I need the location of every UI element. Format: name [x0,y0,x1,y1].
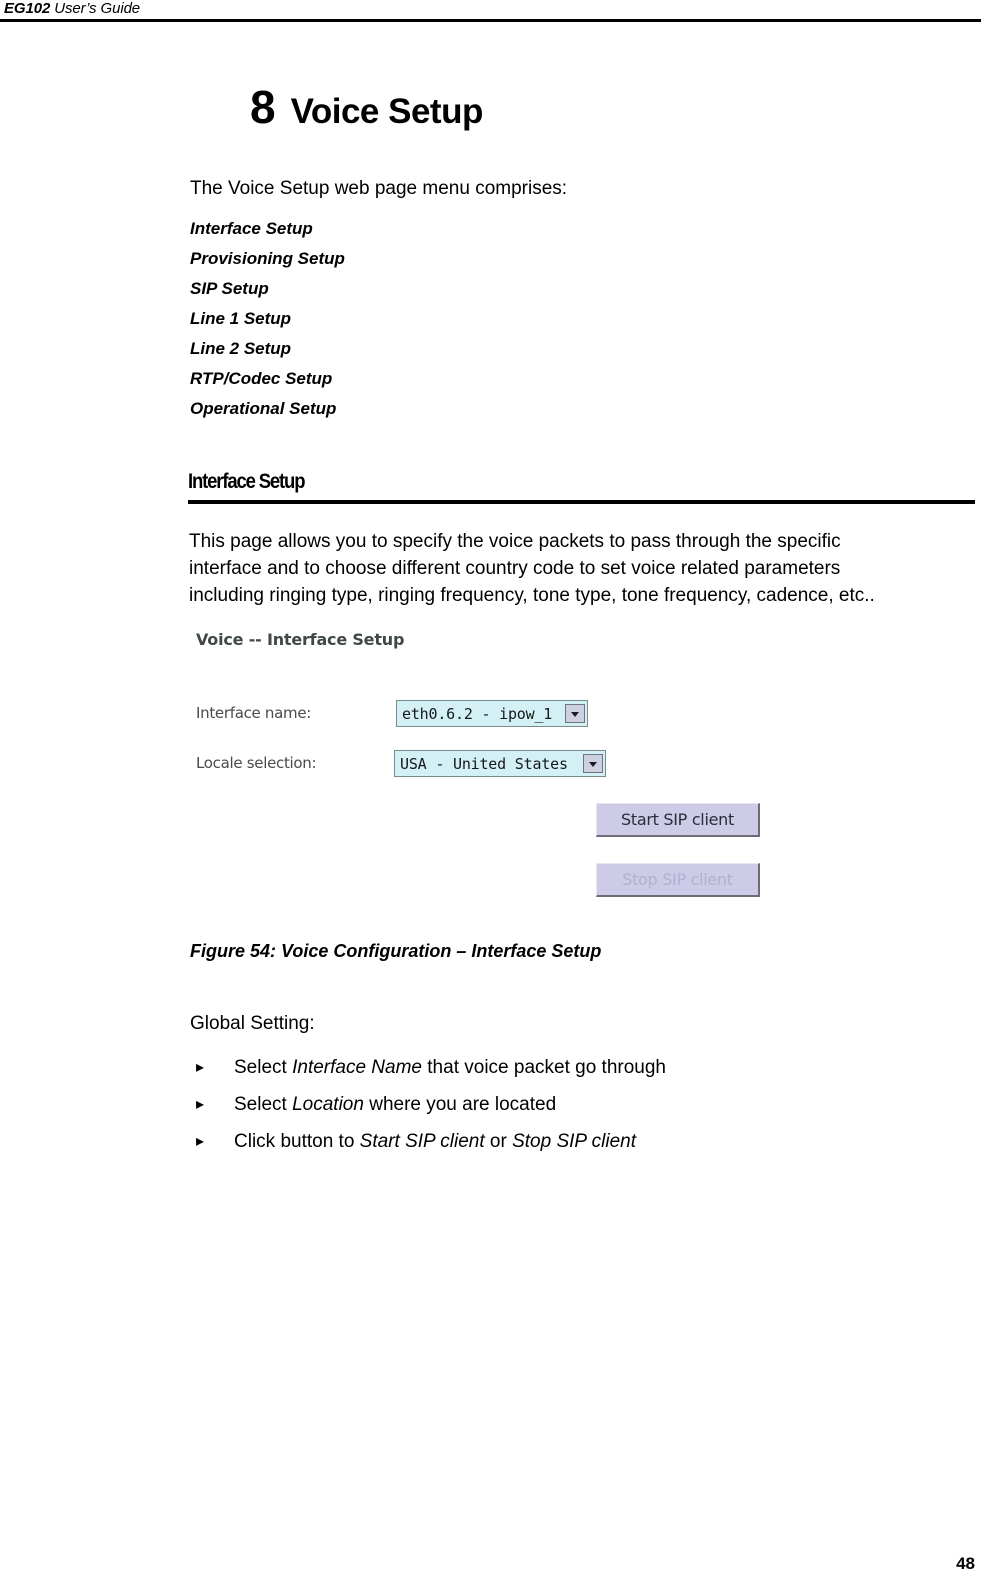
header-guide-label: User’s Guide [50,0,141,17]
menu-item-rtp-codec-setup: RTP/Codec Setup [190,369,333,388]
bullet-item-click-sip-button: ▸ Click button to Start SIP client or Sto… [188,1123,888,1160]
menu-item-sip-setup: SIP Setup [190,279,269,298]
chevron-down-icon[interactable] [565,704,585,723]
bullet-text-emphasis-2: Stop SIP client [512,1131,637,1152]
interface-name-value: eth0.6.2 - ipow_1 [402,704,553,723]
bullet-item-select-interface-name: ▸ Select Interface Name that voice packet… [188,1049,888,1086]
locale-selection-label: Locale selection: [196,754,317,772]
bullet-text-prefix: Click button to [234,1131,360,1152]
bullet-item-select-location: ▸ Select Location where you are located [188,1086,888,1123]
start-sip-client-button[interactable]: Start SIP client [596,803,760,837]
menu-item-provisioning-setup: Provisioning Setup [190,249,345,268]
body-paragraph-line-3: including ringing type, ringing frequenc… [189,585,875,606]
chapter-title: 8 Voice Setup [250,80,483,134]
bullet-text-prefix: Select [234,1057,293,1078]
chapter-number: 8 [250,81,276,133]
voice-setup-menu-list: Interface Setup Provisioning Setup SIP S… [190,214,590,424]
figure-caption: Figure 54: Voice Configuration – Interfa… [190,941,602,961]
locale-selection-value: USA - United States [400,754,568,773]
bullet-text-middle: or [484,1131,513,1152]
intro-paragraph: The Voice Setup web page menu comprises: [190,178,568,199]
global-setting-heading: Global Setting: [190,1013,315,1034]
bullet-text-emphasis: Start SIP client [359,1131,485,1152]
section-body-paragraph: This page allows you to specify the voic… [189,528,975,609]
global-setting-bullet-list: ▸ Select Interface Name that voice packet… [188,1049,888,1160]
section-heading: Interface Setup [188,470,975,494]
voice-interface-setup-screenshot: Voice -- Interface Setup Interface name:… [190,622,790,912]
section-divider [188,500,975,504]
body-paragraph-line-2: interface and to choose different countr… [189,558,841,579]
menu-item-line-2-setup: Line 2 Setup [190,339,292,358]
header-title: EG102 User’s Guide [4,0,140,17]
menu-item-interface-setup: Interface Setup [190,219,313,238]
section-heading-label: Interface Setup [188,470,305,493]
bullet-text-middle: where you are located [363,1094,557,1115]
header-divider [0,19,981,22]
triangle-bullet-icon: ▸ [196,1059,205,1076]
locale-selection-select[interactable]: USA - United States [394,750,606,777]
interface-name-select[interactable]: eth0.6.2 - ipow_1 [396,700,588,727]
menu-item-line-1-setup: Line 1 Setup [190,309,292,328]
bullet-text-prefix: Select [234,1094,293,1115]
interface-name-label: Interface name: [196,704,312,722]
header-model: EG102 [4,0,51,17]
screenshot-title: Voice -- Interface Setup [196,630,405,649]
body-paragraph-line-1: This page allows you to specify the voic… [189,531,841,552]
bullet-text-emphasis: Location [292,1094,364,1115]
page-number: 48 [956,1554,975,1573]
triangle-bullet-icon: ▸ [196,1133,205,1150]
bullet-text-emphasis: Interface Name [292,1057,422,1078]
menu-item-operational-setup: Operational Setup [190,399,337,418]
chapter-name: Voice Setup [290,92,484,131]
bullet-text-middle: that voice packet go through [422,1057,666,1078]
triangle-bullet-icon: ▸ [196,1096,205,1113]
stop-sip-client-button: Stop SIP client [596,863,760,897]
chevron-down-icon[interactable] [583,754,603,773]
